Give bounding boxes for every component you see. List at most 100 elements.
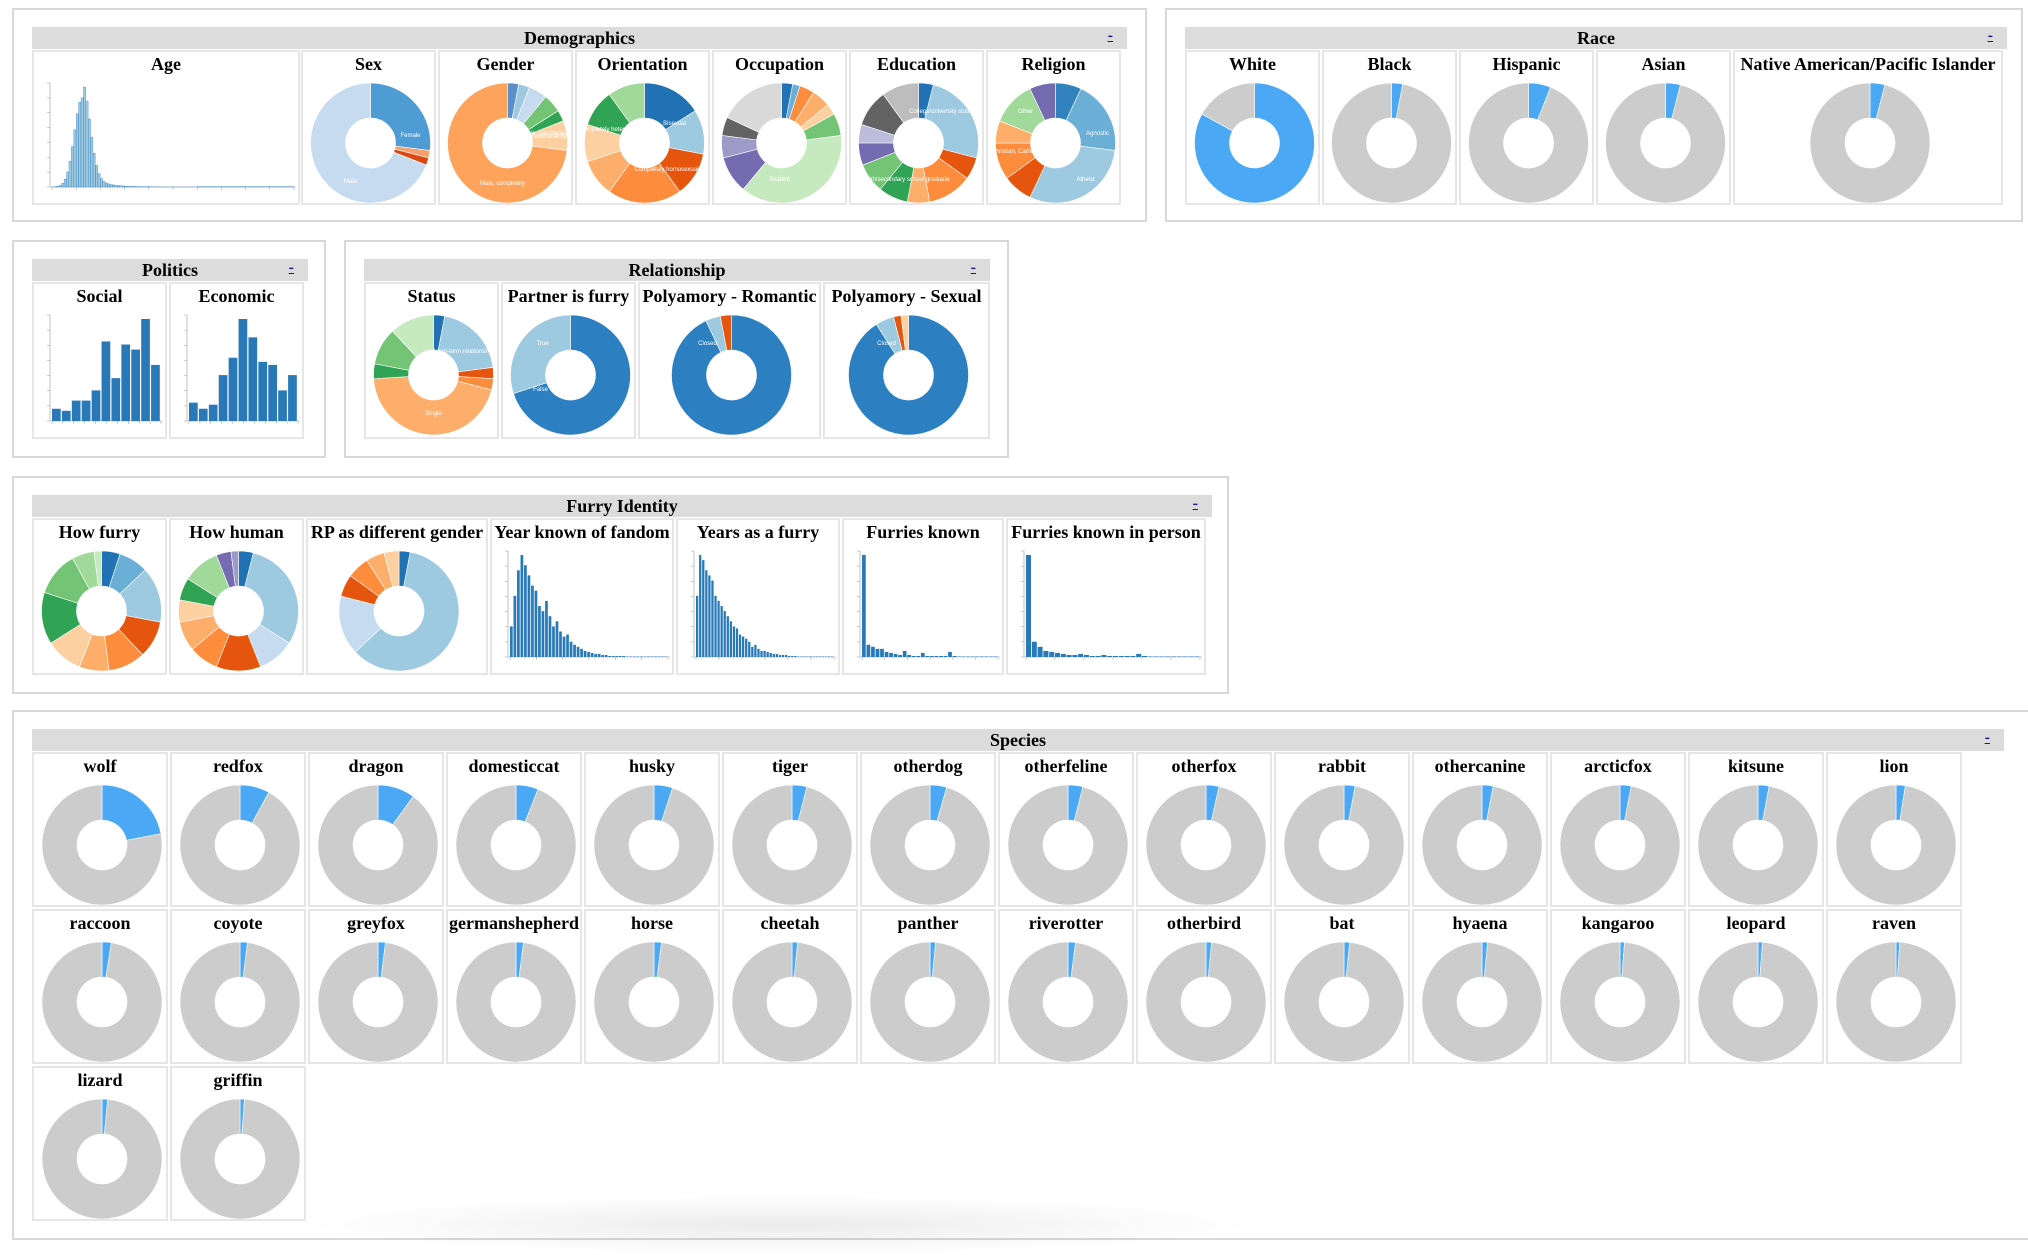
- furries-known-in-person-bar: [1136, 654, 1141, 657]
- polyamory-romantic-chart: Polyamory - RomanticClosed: [638, 282, 821, 439]
- age-bar: [64, 179, 66, 187]
- chart-svg: [172, 779, 306, 905]
- religion-chart-title: Religion: [988, 54, 1119, 75]
- chart-svg: Student: [714, 77, 847, 203]
- polyamory-romantic-label-0: Closed: [698, 341, 717, 347]
- species-panther-slice-1: [870, 942, 990, 1062]
- chart-svg: [34, 545, 167, 673]
- politics-social-bar: [131, 350, 140, 421]
- furry-identity-panel: Furry Identity-How furryHow humanRP as d…: [12, 476, 1229, 694]
- furries-known-in-person-bar: [1165, 656, 1170, 657]
- year-known-of-fandom-bar: [556, 621, 559, 657]
- chart-svg: [34, 936, 168, 1062]
- chart-svg: [586, 936, 720, 1062]
- chart-svg: [310, 936, 444, 1062]
- politics-economic-bar: [219, 375, 228, 421]
- chart-svg: [678, 545, 840, 673]
- furries-known-in-person-bar: [1072, 655, 1077, 657]
- species-lion-slice-1: [1836, 785, 1956, 905]
- species-coyote-label: coyote: [172, 913, 304, 934]
- chart-svg: FemaleMale: [303, 77, 436, 203]
- furries-known-in-person-bar: [1061, 654, 1066, 657]
- politics-economic-bar: [229, 358, 238, 421]
- chart-svg: TrueFalse: [503, 309, 636, 437]
- species-title: Species: [990, 730, 1046, 750]
- age-bar: [122, 186, 124, 187]
- sex-label-0: Female: [400, 133, 421, 139]
- chart-svg: [448, 936, 582, 1062]
- species-domesticcat-label: domesticcat: [448, 756, 580, 777]
- furry-identity-collapse-link[interactable]: -: [1193, 493, 1198, 515]
- years-as-a-furry-bar: [813, 656, 815, 657]
- years-as-a-furry-bar: [773, 654, 775, 657]
- year-known-of-fandom-bar: [640, 656, 643, 657]
- sex-slice-0: [371, 83, 431, 151]
- species-header: Species -: [32, 729, 2004, 751]
- years-as-a-furry-bar: [822, 656, 824, 657]
- gender-chart-title: Gender: [440, 54, 571, 75]
- species-otherfeline-label: otherfeline: [1000, 756, 1132, 777]
- race-native-american-pacific-islander-chart-title: Native American/Pacific Islander: [1735, 54, 2001, 75]
- religion-chart: ReligionOtherAgnosticAtheistChristian, C…: [986, 50, 1121, 205]
- species-othercanine-chart: othercanine: [1412, 752, 1548, 907]
- furry-identity-header: Furry Identity-: [32, 495, 1212, 517]
- demographics-collapse-link[interactable]: -: [1108, 25, 1113, 47]
- years-as-a-furry-bar: [717, 601, 719, 657]
- species-redfox-slice-1: [180, 785, 300, 905]
- relationship-collapse-link[interactable]: -: [971, 257, 976, 279]
- race-white-chart-title: White: [1187, 54, 1318, 75]
- age-bar: [69, 161, 71, 187]
- chart-svg: [310, 779, 444, 905]
- rp-as-different-gender-chart-title: RP as different gender: [308, 522, 486, 543]
- furries-known-bar: [894, 654, 898, 657]
- orientation-label-2: Completely homosexual: [634, 167, 698, 173]
- age-chart: Age: [32, 50, 300, 205]
- chart-svg: [1187, 77, 1320, 203]
- politics-social-bar: [151, 365, 160, 421]
- species-rabbit-label: rabbit: [1276, 756, 1408, 777]
- species-lion-chart: lion: [1826, 752, 1962, 907]
- chart-svg: [1598, 77, 1731, 203]
- furries-known-in-person-bar: [1107, 656, 1112, 657]
- years-as-a-furry-bar: [708, 575, 710, 657]
- species-otherfeline-slice-1: [1008, 785, 1128, 905]
- years-as-a-furry-bar: [754, 645, 756, 657]
- age-bar: [103, 181, 105, 187]
- religion-slice-2: [1030, 146, 1115, 203]
- species-husky-chart: husky: [584, 752, 720, 907]
- race-collapse-link[interactable]: -: [1988, 25, 1993, 47]
- species-riverotter-slice-1: [1008, 942, 1128, 1062]
- chart-svg: [1552, 936, 1686, 1062]
- chart-svg: [1276, 936, 1410, 1062]
- furries-known-bar: [939, 656, 943, 657]
- species-otherdog-label: otherdog: [862, 756, 994, 777]
- years-as-a-furry-bar: [757, 649, 759, 657]
- polyamory-sexual-label-0: Closed: [877, 341, 896, 347]
- furries-known-bar: [898, 655, 902, 657]
- politics-economic-bar: [288, 375, 297, 421]
- furries-known-bar: [971, 656, 975, 657]
- species-collapse-link[interactable]: -: [1985, 727, 1990, 749]
- years-as-a-furry-bar: [748, 642, 750, 657]
- years-as-a-furry-chart: Years as a furry: [676, 518, 840, 675]
- furries-known-bar: [880, 649, 884, 657]
- species-hyaena-slice-1: [1422, 942, 1542, 1062]
- race-title: Race: [1577, 28, 1615, 48]
- chart-svg: [492, 545, 674, 673]
- politics-economic-bar: [209, 405, 218, 421]
- chart-svg: SingleLong-term relationship: [366, 309, 499, 437]
- furries-known-bar: [885, 652, 889, 657]
- chart-svg: [308, 545, 488, 673]
- species-tiger-chart: tiger: [722, 752, 858, 907]
- species-dragon-label: dragon: [310, 756, 442, 777]
- politics-collapse-link[interactable]: -: [289, 257, 294, 279]
- age-bar: [96, 165, 98, 187]
- year-known-of-fandom-bar: [657, 656, 660, 657]
- race-black-chart-title: Black: [1324, 54, 1455, 75]
- species-horse-chart: horse: [584, 909, 720, 1064]
- species-horse-slice-1: [594, 942, 714, 1062]
- species-tiger-slice-1: [732, 785, 852, 905]
- species-leopard-label: leopard: [1690, 913, 1822, 934]
- chart-svg: OtherAgnosticAtheistChristian, Catholic: [988, 77, 1121, 203]
- years-as-a-furry-bar: [714, 596, 716, 657]
